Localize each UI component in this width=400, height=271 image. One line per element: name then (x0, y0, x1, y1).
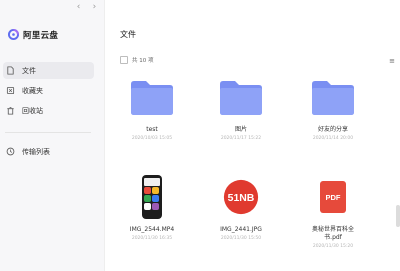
app-brand: 阿里云盘 (7, 28, 58, 41)
file-tile-test[interactable]: test 2020/10/03 15:05 (117, 72, 187, 141)
file-icon (7, 66, 14, 75)
folder-icon (312, 81, 354, 115)
scrollbar[interactable] (396, 205, 400, 227)
page-title: 文件 (120, 30, 136, 39)
sidebar-item-label: 文件 (22, 66, 36, 75)
file-date: 2020/11/30 16:35 (131, 236, 173, 241)
sidebar-item-label: 传输列表 (22, 147, 50, 156)
sidebar: ‹ › 阿里云盘 文件 收藏夹 回收站 传输列表 (0, 0, 105, 271)
forward-arrow-icon[interactable]: › (88, 2, 101, 12)
sidebar-item-files[interactable]: 文件 (3, 62, 94, 79)
51nb-logo-thumbnail: 51NB (223, 179, 259, 215)
file-date: 2020/11/30 15:20 (312, 244, 354, 249)
star-icon (6, 86, 15, 95)
file-tile-pdf[interactable]: PDF 奥秘世界百科全书.pdf 2020/11/30 15:20 (298, 172, 368, 249)
file-name: 奥秘世界百科全书.pdf (311, 226, 354, 241)
folder-icon (220, 81, 262, 115)
file-date: 2020/10/03 15:05 (131, 136, 173, 141)
sidebar-item-favorites[interactable]: 收藏夹 (3, 82, 94, 99)
sort-icon[interactable]: ≡ (389, 57, 395, 65)
thumbnail-badge-text: 51NB (228, 193, 255, 204)
file-tile-image[interactable]: 51NB IMG_2441.JPG 2020/11/30 15:50 (206, 172, 276, 241)
main-panel: 文件 共 10 项 ≡ test 2020/10/03 15:05 图片 202… (105, 0, 400, 271)
sidebar-item-label: 回收站 (22, 106, 43, 115)
folder-icon (131, 81, 173, 115)
file-tile-pictures[interactable]: 图片 2020/11/17 15:22 (206, 72, 276, 141)
file-date: 2020/11/14 20:00 (312, 136, 354, 141)
trash-icon (7, 106, 14, 115)
file-name: 好友的分享 (317, 126, 348, 133)
select-all-checkbox[interactable] (120, 56, 128, 64)
list-toolbar: 共 10 项 (120, 56, 154, 64)
app-name: 阿里云盘 (23, 30, 59, 41)
sidebar-item-trash[interactable]: 回收站 (3, 102, 94, 119)
file-name: 图片 (234, 126, 247, 133)
file-name: test (146, 126, 158, 133)
item-count: 共 10 项 (132, 58, 154, 64)
sidebar-divider (5, 132, 91, 133)
sidebar-item-transfer-list[interactable]: 传输列表 (3, 143, 94, 160)
video-thumbnail (142, 175, 162, 219)
history-nav: ‹ › (72, 2, 101, 12)
file-name: IMG_2544.MP4 (129, 226, 175, 233)
transfer-icon (6, 147, 15, 156)
pdf-icon: PDF (320, 181, 346, 213)
file-date: 2020/11/17 15:22 (220, 136, 262, 141)
aliyun-drive-logo-icon (7, 28, 20, 41)
file-date: 2020/11/30 15:50 (220, 236, 262, 241)
file-tile-friend-shares[interactable]: 好友的分享 2020/11/14 20:00 (298, 72, 368, 141)
sidebar-item-label: 收藏夹 (22, 86, 43, 95)
back-arrow-icon[interactable]: ‹ (72, 2, 85, 12)
file-name: IMG_2441.JPG (220, 226, 262, 233)
file-tile-video[interactable]: IMG_2544.MP4 2020/11/30 16:35 (117, 172, 187, 241)
